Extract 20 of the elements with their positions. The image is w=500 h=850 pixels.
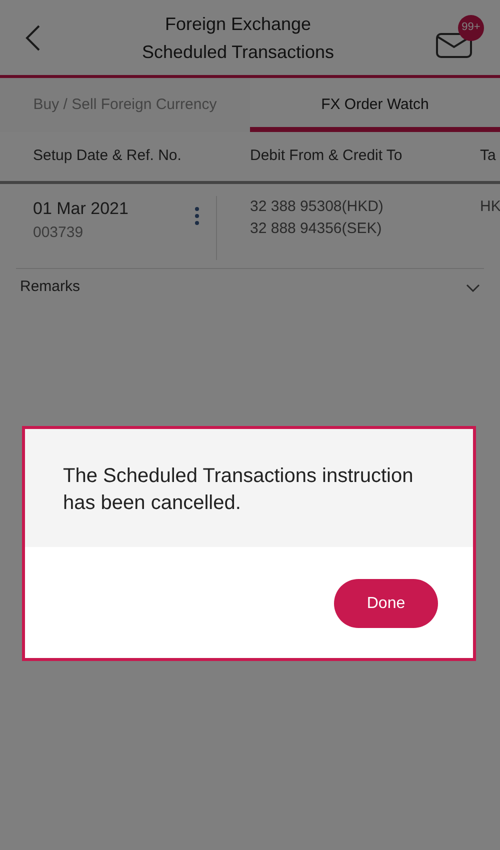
remarks-label: Remarks — [20, 277, 80, 298]
column-header: Debit From & Credit To — [250, 146, 404, 166]
more-icon — [194, 206, 200, 226]
remarks-row[interactable]: Remarks — [16, 268, 484, 306]
column-header: Setup Date & Ref. No. — [32, 146, 182, 166]
dialog-message: The Scheduled Transactions instruction has been cancelled. — [25, 429, 473, 547]
reference-number: 003739 — [33, 222, 84, 242]
more-options-button[interactable] — [194, 204, 200, 228]
date-text: 01 Mar 2021 — [33, 198, 130, 220]
account-text: 32 388 95308(HKD) — [250, 197, 384, 217]
header-subtitle: Scheduled Transactions — [140, 40, 336, 64]
back-button[interactable] — [24, 22, 42, 52]
chevron-icon — [466, 284, 480, 292]
header-title: Foreign Exchange — [164, 12, 312, 36]
done-button[interactable]: Done — [334, 579, 438, 628]
notification-badge: 99+ — [458, 14, 484, 40]
mail-button[interactable]: 99+ — [434, 14, 484, 60]
back-icon — [24, 22, 42, 52]
column-header: Ta — [480, 146, 497, 166]
account-text: 32 888 94356(SEK) — [250, 219, 383, 239]
